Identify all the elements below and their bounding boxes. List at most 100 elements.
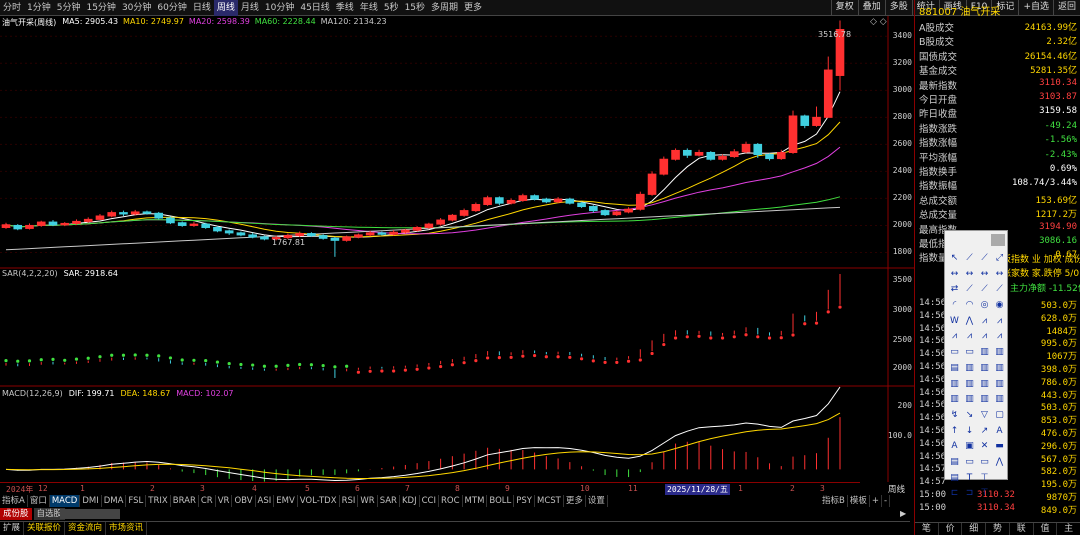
indicator-tab[interactable]: DMI xyxy=(80,495,102,507)
draw-tool-icon[interactable]: ▥ xyxy=(947,392,962,408)
period-tab[interactable]: 15秒 xyxy=(402,0,428,16)
draw-tool-icon[interactable]: ▭ xyxy=(977,455,992,471)
draw-tool-icon[interactable]: ⟋ xyxy=(977,251,992,267)
draw-tool-icon[interactable]: ⩘ xyxy=(977,314,992,330)
indicator-tab[interactable]: MACD xyxy=(49,495,81,507)
bottom-tab[interactable]: 关联报价 xyxy=(24,522,66,535)
indicator-tab[interactable]: 设置 xyxy=(586,495,608,507)
indicator-tab[interactable]: CCI xyxy=(420,495,439,507)
quote-tab[interactable]: 价 xyxy=(939,523,963,535)
draw-tool-icon[interactable]: ▬ xyxy=(992,439,1007,455)
indicator-tab[interactable]: ASI xyxy=(256,495,275,507)
indicator-right-tab[interactable]: 指标B xyxy=(820,495,848,507)
period-tab[interactable]: 1分钟 xyxy=(24,0,54,16)
draw-tool-icon[interactable]: A xyxy=(947,439,962,455)
indicator-tab[interactable]: CR xyxy=(199,495,216,507)
draw-tool-icon[interactable]: ◜ xyxy=(947,298,962,314)
draw-tool-icon[interactable]: ▥ xyxy=(977,392,992,408)
indicator-right-tab[interactable]: + xyxy=(870,495,882,507)
draw-tool-icon[interactable]: ⇄ xyxy=(947,282,962,298)
tool-button[interactable]: 多股 xyxy=(884,0,912,16)
draw-tool-icon[interactable]: ⊤ xyxy=(977,486,992,502)
indicator-tab[interactable]: VOL-TDX xyxy=(298,495,340,507)
draw-tool-icon[interactable]: ↔ xyxy=(992,267,1007,283)
bottom-tab[interactable]: 扩展 xyxy=(0,522,25,535)
period-tab[interactable]: 分时 xyxy=(0,0,24,16)
drawing-tools-palette[interactable]: ↖ ⟋ ⟋ ⤢ ↔ ↔ ↔ ↔ ⇄ ⟋ ⟋ ⟋ ◜ ◠ ◎ ◉ W ⋀ ⩘ ⩘ ⩘ ⩘ ⩘ ⩘ ▭ ▭ ▥ ▥ ▤ ▥ ▥ ▥ ▥ ▥ ▥ ▥ ▥ ▥ ▥ ▥… xyxy=(944,230,1008,498)
tool-button[interactable]: 复权 xyxy=(830,0,858,16)
indicator-tab[interactable]: 窗口 xyxy=(28,495,50,507)
indicator-tab[interactable]: 更多 xyxy=(564,495,586,507)
draw-tool-icon[interactable]: ◠ xyxy=(962,298,977,314)
indicator-tab[interactable]: EMV xyxy=(274,495,298,507)
draw-tool-icon[interactable]: ⊤ xyxy=(977,471,992,487)
indicator-tab[interactable]: TRIX xyxy=(146,495,171,507)
draw-tool-icon[interactable]: ↓ xyxy=(962,424,977,440)
draw-tool-icon[interactable]: W xyxy=(947,314,962,330)
draw-tool-icon[interactable]: ▣ xyxy=(962,439,977,455)
quote-tab[interactable]: 主 xyxy=(1057,523,1080,535)
period-tab[interactable]: 5秒 xyxy=(381,0,402,16)
draw-tool-icon[interactable]: ▥ xyxy=(992,345,1007,361)
period-tab[interactable]: 多周期 xyxy=(428,0,461,16)
indicator-tab[interactable]: VR xyxy=(216,495,233,507)
chart-area[interactable]: 3516.78 1767.81 xyxy=(0,16,914,482)
draw-tool-icon[interactable]: ▥ xyxy=(992,377,1007,393)
indicator-tab[interactable]: FSL xyxy=(126,495,147,507)
draw-tool-icon[interactable]: ⟋ xyxy=(962,282,977,298)
draw-tool-icon[interactable] xyxy=(992,486,1007,502)
draw-tool-icon[interactable]: ⩘ xyxy=(947,329,962,345)
draw-tool-icon[interactable]: ↯ xyxy=(947,408,962,424)
draw-tool-icon[interactable]: ▥ xyxy=(947,377,962,393)
draw-tool-icon[interactable]: ⩘ xyxy=(992,314,1007,330)
indicator-tab[interactable]: BOLL xyxy=(487,495,515,507)
draw-tool-icon[interactable]: T xyxy=(962,471,977,487)
indicator-tab[interactable]: WR xyxy=(358,495,378,507)
draw-tool-icon[interactable]: ↗ xyxy=(977,424,992,440)
draw-tool-icon[interactable]: ▥ xyxy=(977,377,992,393)
draw-tool-icon[interactable]: ▭ xyxy=(947,345,962,361)
period-tab[interactable]: 年线 xyxy=(357,0,381,16)
indicator-right-tab[interactable]: - xyxy=(882,495,891,507)
quote-tab[interactable]: 笔 xyxy=(915,523,939,535)
draw-tool-icon[interactable]: ▥ xyxy=(962,361,977,377)
indicator-tab[interactable]: PSY xyxy=(514,495,535,507)
scroll-right-icon[interactable]: ▶ xyxy=(900,509,906,518)
draw-tool-icon[interactable]: ↔ xyxy=(962,267,977,283)
draw-tool-icon[interactable]: ⤢ xyxy=(992,251,1007,267)
period-tab[interactable]: 日线 xyxy=(190,0,214,16)
indicator-tab[interactable]: KDJ xyxy=(400,495,420,507)
period-tab[interactable]: 45日线 xyxy=(297,0,332,16)
draw-tool-icon[interactable]: ⊐ xyxy=(962,486,977,502)
draw-tool-icon[interactable]: ▢ xyxy=(992,408,1007,424)
period-tab[interactable]: 月线 xyxy=(238,0,262,16)
stock-tab[interactable]: 成份股 xyxy=(0,508,32,520)
period-tab[interactable]: 季线 xyxy=(333,0,357,16)
quote-tab[interactable]: 细 xyxy=(962,523,987,535)
draw-tool-icon[interactable]: ▽ xyxy=(977,408,992,424)
draw-tool-icon[interactable] xyxy=(992,471,1007,487)
draw-tool-icon[interactable]: ▥ xyxy=(992,392,1007,408)
palette-handle[interactable] xyxy=(991,234,1005,246)
draw-tool-icon[interactable]: ▭ xyxy=(962,345,977,361)
draw-tool-icon[interactable]: ↘ xyxy=(962,408,977,424)
draw-tool-icon[interactable]: A xyxy=(992,424,1007,440)
draw-tool-icon[interactable]: ↖ xyxy=(947,251,962,267)
period-tab[interactable]: 更多 xyxy=(461,0,485,16)
draw-tool-icon[interactable]: ▤ xyxy=(947,471,962,487)
indicator-tab[interactable]: 指标A xyxy=(0,495,28,507)
draw-tool-icon[interactable]: ⟋ xyxy=(992,282,1007,298)
draw-tool-icon[interactable]: ⩘ xyxy=(962,329,977,345)
period-tab[interactable]: 10分钟 xyxy=(262,0,297,16)
draw-tool-icon[interactable]: ▤ xyxy=(947,361,962,377)
draw-tool-icon[interactable]: ↔ xyxy=(947,267,962,283)
draw-tool-icon[interactable]: ▥ xyxy=(977,361,992,377)
draw-tool-icon[interactable]: ▥ xyxy=(977,345,992,361)
tool-button[interactable]: 叠加 xyxy=(857,0,885,16)
draw-tool-icon[interactable]: ▥ xyxy=(992,361,1007,377)
indicator-tab[interactable]: ROC xyxy=(439,495,463,507)
period-tab[interactable]: 周线 xyxy=(213,0,238,16)
quote-tab[interactable]: 势 xyxy=(986,523,1010,535)
bottom-tab[interactable]: 市场资讯 xyxy=(106,522,148,535)
panel-menu-icon[interactable]: ◇ ◇ xyxy=(870,17,887,27)
